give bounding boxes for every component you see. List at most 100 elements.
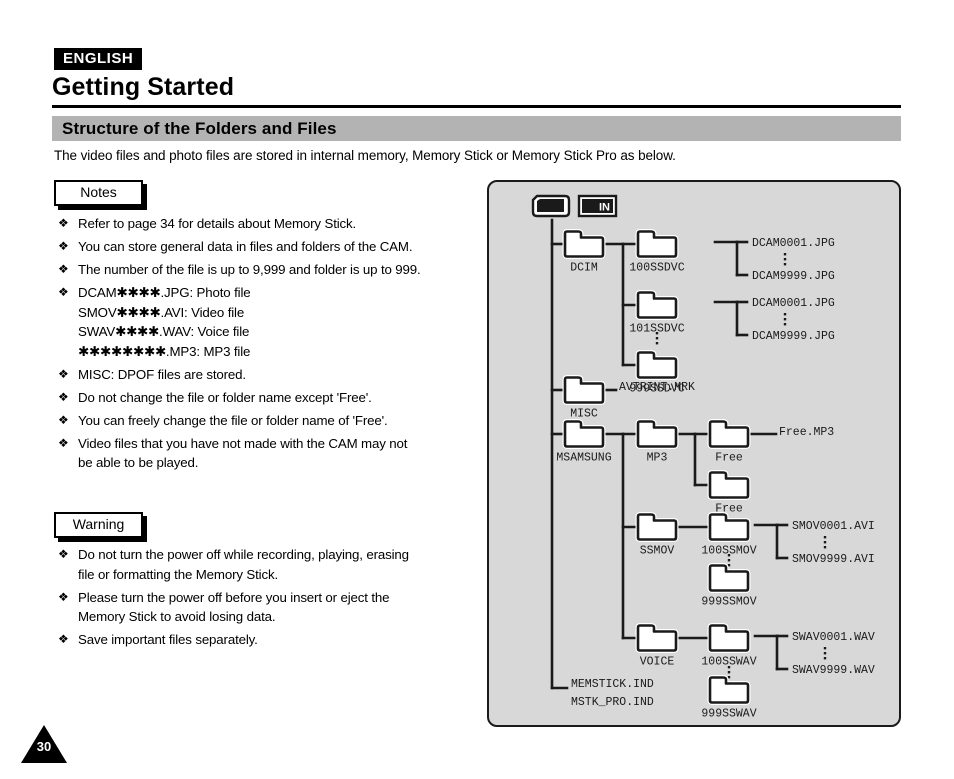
leaf-file-label: Free.MP3 bbox=[779, 426, 834, 439]
file-group-first-label: SWAV0001.WAV bbox=[792, 631, 875, 644]
notes-list: ❖ Refer to page 34 for details about Memo… bbox=[54, 214, 474, 476]
title-divider bbox=[52, 105, 901, 108]
folder-ssmov: SSMOV bbox=[635, 512, 679, 558]
folder-100ssdvc: 100SSDVC bbox=[629, 229, 685, 275]
ellipsis-dot bbox=[783, 263, 787, 266]
note-item-text: MISC: DPOF files are stored. bbox=[78, 366, 246, 382]
folder-label: Free bbox=[715, 452, 743, 465]
folder-tree-svg: INDCAM0001.JPGDCAM9999.JPGDCAM0001.JPGDC… bbox=[531, 194, 875, 721]
file-group-first-label: DCAM0001.JPG bbox=[752, 297, 835, 310]
internal-memory-icon-square bbox=[582, 199, 596, 213]
folder-label: 101SSDVC bbox=[629, 323, 684, 336]
folder-label: SSMOV bbox=[640, 545, 675, 558]
file-group: DCAM0001.JPG DCAM9999.JPG bbox=[713, 297, 835, 343]
folder-free: Free bbox=[707, 419, 751, 465]
folder-free: Free bbox=[707, 470, 751, 516]
file-group-ellipsis-icon bbox=[783, 253, 787, 266]
ellipsis-dot bbox=[783, 318, 787, 321]
ellipsis-dot bbox=[727, 559, 731, 562]
folder-msamsung: MSAMSUNG bbox=[556, 419, 612, 465]
bullet-glyph-icon: ❖ bbox=[58, 366, 69, 381]
folder-dcim: DCIM bbox=[562, 229, 606, 275]
section-intro-text: The video files and photo files are stor… bbox=[54, 148, 676, 163]
media-icons-row: IN bbox=[531, 194, 618, 218]
note-item: ❖ MISC: DPOF files are stored. bbox=[54, 365, 474, 385]
note-item: ❖ DCAM✱✱✱✱.JPG: Photo file SMOV✱✱✱✱.AVI: … bbox=[54, 283, 474, 361]
leaf-file-label: MEMSTICK.IND bbox=[571, 678, 654, 691]
file-group-last-label: DCAM9999.JPG bbox=[752, 270, 835, 283]
warning-item: ❖ Please turn the power off before you in… bbox=[54, 588, 474, 627]
warning-item-text: Please turn the power off before you ins… bbox=[78, 589, 390, 625]
section-header-bar: Structure of the Folders and Files bbox=[52, 116, 901, 141]
page-number: 30 bbox=[20, 722, 68, 764]
folder-101ssdvc: 101SSDVC bbox=[629, 290, 685, 336]
bullet-glyph-icon: ❖ bbox=[58, 589, 69, 604]
folder-misc: MISC bbox=[562, 375, 606, 421]
leaf-file-label: MSTK_PRO.IND bbox=[571, 696, 654, 709]
folder-label: MISC bbox=[570, 408, 598, 421]
note-item: ❖ Video files that you have not made with… bbox=[54, 434, 474, 473]
file-group: SWAV0001.WAV SWAV9999.WAV bbox=[753, 631, 875, 677]
bullet-glyph-icon: ❖ bbox=[58, 389, 69, 404]
note-item-text: Do not change the file or folder name ex… bbox=[78, 389, 372, 405]
warning-list: ❖ Do not turn the power off while recordi… bbox=[54, 545, 474, 653]
folder-100ssmov: 100SSMOV bbox=[701, 512, 757, 558]
ellipsis-dot bbox=[655, 342, 659, 345]
folder-label: MP3 bbox=[647, 452, 668, 465]
ellipsis-dot bbox=[823, 647, 827, 650]
folder-structure-diagram: IN DCAM0001.JPG DCAM9999.JPG DCAM0001.JPG DC… bbox=[487, 180, 901, 727]
folder-100sswav: 100SSWAV bbox=[701, 623, 757, 669]
bullet-glyph-icon: ❖ bbox=[58, 216, 69, 230]
note-item: ❖ Refer to page 34 for details about Memo… bbox=[54, 214, 474, 234]
folder-label: 999SSWAV bbox=[701, 708, 756, 721]
file-group-ellipsis-icon bbox=[823, 647, 827, 660]
note-item-text: Video files that you have not made with … bbox=[78, 435, 408, 471]
folder-label: 999SSMOV bbox=[701, 596, 756, 609]
file-group-last-label: DCAM9999.JPG bbox=[752, 330, 835, 343]
file-group-last-label: SWAV9999.WAV bbox=[792, 664, 875, 677]
warning-label-box: Warning bbox=[54, 512, 143, 538]
bullet-glyph-icon: ❖ bbox=[58, 262, 69, 276]
note-item-text: The number of the file is up to 9,999 an… bbox=[78, 262, 421, 277]
file-group: DCAM0001.JPG DCAM9999.JPG bbox=[713, 237, 835, 283]
file-group-first-label: DCAM0001.JPG bbox=[752, 237, 835, 250]
ellipsis-dot bbox=[655, 337, 659, 340]
bullet-glyph-icon: ❖ bbox=[58, 547, 69, 561]
ellipsis-dot bbox=[783, 258, 787, 261]
bullet-glyph-icon: ❖ bbox=[58, 239, 69, 253]
ellipsis-dot bbox=[823, 652, 827, 655]
warning-label: Warning bbox=[72, 516, 125, 532]
warning-item: ❖ Save important files separately. bbox=[54, 630, 474, 650]
section-title: Structure of the Folders and Files bbox=[62, 119, 337, 138]
folder-label: 100SSMOV bbox=[701, 545, 756, 558]
warning-item-text: Save important files separately. bbox=[78, 632, 258, 647]
warning-item-text: Do not turn the power off while recordin… bbox=[78, 547, 409, 582]
note-item-text: DCAM✱✱✱✱.JPG: Photo file SMOV✱✱✱✱.AVI: V… bbox=[78, 285, 251, 359]
notes-label-box: Notes bbox=[54, 180, 143, 206]
file-group-ellipsis-icon bbox=[783, 313, 787, 326]
folder-999ssmov: 999SSMOV bbox=[701, 563, 757, 609]
notes-label: Notes bbox=[80, 184, 117, 200]
bullet-glyph-icon: ❖ bbox=[58, 285, 69, 299]
folder-voice: VOICE bbox=[635, 623, 679, 669]
folder-999sswav: 999SSWAV bbox=[701, 675, 757, 721]
folder-label: 100SSWAV bbox=[701, 656, 756, 669]
note-item-text: Refer to page 34 for details about Memor… bbox=[78, 216, 357, 231]
ellipsis-dot bbox=[727, 671, 731, 674]
ellipsis-dot bbox=[783, 313, 787, 316]
folder-label: VOICE bbox=[640, 656, 675, 669]
bullet-glyph-icon: ❖ bbox=[58, 435, 69, 450]
file-group-first-label: SMOV0001.AVI bbox=[792, 520, 875, 533]
internal-memory-icon-label: IN bbox=[599, 202, 610, 214]
ellipsis-dot bbox=[823, 541, 827, 544]
note-item-text: You can freely change the file or folder… bbox=[78, 412, 388, 428]
folder-label: 100SSDVC bbox=[629, 262, 684, 275]
folder-mp3: MP3 bbox=[635, 419, 679, 465]
file-group: SMOV0001.AVI SMOV9999.AVI bbox=[753, 520, 875, 566]
warning-item: ❖ Do not turn the power off while recordi… bbox=[54, 545, 474, 584]
folder-label: MSAMSUNG bbox=[556, 452, 611, 465]
page-number-label: 30 bbox=[36, 739, 52, 754]
leaf-file-label: AVTRINT.MRK bbox=[619, 381, 695, 394]
file-group-ellipsis-icon bbox=[823, 536, 827, 549]
bullet-glyph-icon: ❖ bbox=[58, 632, 69, 646]
